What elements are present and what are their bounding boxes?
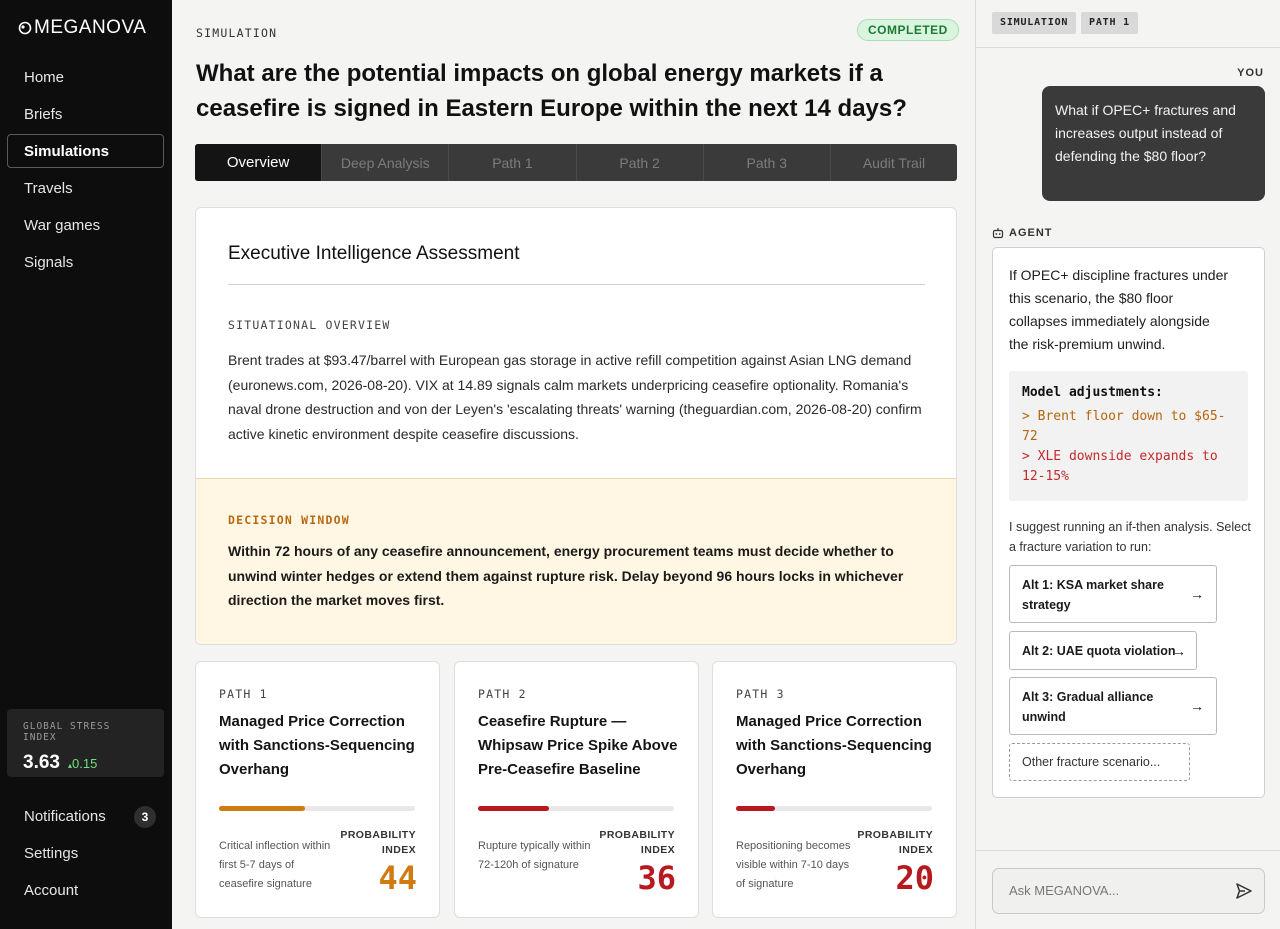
path-note: Repositioning becomes visible within 7-1…: [736, 840, 851, 890]
path-title: Managed Price Correction with Sanctions-…: [219, 713, 415, 778]
path-note: Rupture typically within 72-120h of sign…: [478, 840, 591, 871]
alt-3-button[interactable]: Alt 3: Gradual alliance unwind →: [1009, 677, 1217, 735]
overview-text: Brent trades at $93.47/barrel with Europ…: [228, 352, 922, 442]
code-title: Model adjustments:: [1022, 385, 1163, 400]
probability-bar-fill: [478, 806, 549, 811]
probability-value: 36: [637, 859, 676, 897]
app-name: MEGANOVA: [34, 17, 147, 38]
arrow-right-icon: →: [1172, 642, 1186, 659]
bottom-nav: Notifications 3 Settings Account: [7, 800, 164, 911]
gsi-delta-value: 0.15: [72, 756, 98, 771]
probability-label: PROBABILITY INDEX: [599, 829, 675, 856]
tab-path-1[interactable]: Path 1: [448, 144, 575, 181]
nav-notifications[interactable]: Notifications 3: [7, 800, 164, 834]
ask-input[interactable]: Ask MEGANOVA...: [992, 868, 1265, 914]
tab-deep-analysis[interactable]: Deep Analysis: [321, 144, 448, 181]
probability-bar: [736, 806, 932, 811]
status-badge: COMPLETED: [857, 19, 959, 41]
code-line: > XLE downside expands to 12-15%: [1022, 449, 1218, 484]
assessment-card: Executive Intelligence Assessment SITUAT…: [195, 207, 957, 645]
agent-text: If OPEC+ discipline fractures under this…: [1009, 267, 1229, 352]
nav-notifications-label: Notifications: [24, 808, 106, 825]
model-adjustments: Model adjustments: > Brent floor down to…: [1009, 371, 1248, 501]
suggest-text: I suggest running an if-then analysis. S…: [1009, 520, 1251, 554]
panel-header: SIMULATION PATH 1: [976, 0, 1280, 48]
alt-1-label: Alt 1: KSA market share strategy: [1022, 578, 1164, 612]
gsi-label: GLOBAL STRESS INDEX: [23, 721, 111, 743]
probability-bar-fill: [219, 806, 306, 811]
path-title: Ceasefire Rupture — Whipsaw Price Spike …: [478, 713, 678, 778]
alt-2-label: Alt 2: UAE quota violation: [1022, 644, 1176, 658]
nav-travels[interactable]: Travels: [7, 171, 164, 205]
global-stress-index[interactable]: GLOBAL STRESS INDEX 3.63 ▴0.15: [7, 709, 164, 777]
nav-settings[interactable]: Settings: [7, 837, 164, 871]
meganova-logo-icon: [18, 21, 32, 35]
path-title: Managed Price Correction with Sanctions-…: [736, 713, 932, 778]
context-chip-path[interactable]: PATH 1: [1081, 12, 1138, 34]
other-scenario-button[interactable]: Other fracture scenario...: [1009, 743, 1190, 781]
gsi-value: 3.63: [23, 752, 60, 773]
decision-text: Within 72 hours of any ceasefire announc…: [228, 543, 904, 608]
tab-audit-trail[interactable]: Audit Trail: [829, 144, 957, 181]
page-title: What are the potential impacts on global…: [196, 60, 907, 122]
tab-path-2[interactable]: Path 2: [575, 144, 703, 181]
path-card[interactable]: PATH 1 Managed Price Correction with San…: [195, 661, 440, 918]
probability-bar: [219, 806, 415, 811]
arrow-right-icon: →: [1190, 586, 1204, 602]
nav-briefs[interactable]: Briefs: [7, 97, 164, 131]
nav-account[interactable]: Account: [7, 874, 164, 908]
probability-label: PROBABILITY INDEX: [340, 829, 416, 856]
context-chip-simulation[interactable]: SIMULATION: [992, 12, 1077, 34]
divider: [228, 284, 925, 285]
probability-value: 20: [895, 859, 934, 897]
nav-home[interactable]: Home: [7, 60, 164, 94]
agent-label-row: AGENT: [992, 227, 1053, 239]
tab-path-3[interactable]: Path 3: [702, 144, 830, 181]
probability-bar: [478, 806, 674, 811]
user-label: YOU: [1237, 67, 1264, 79]
breadcrumb: SIMULATION: [196, 26, 278, 40]
nav-signals[interactable]: Signals: [7, 245, 164, 279]
arrow-right-icon: →: [1190, 698, 1204, 714]
alt-3-label: Alt 3: Gradual alliance unwind: [1022, 690, 1154, 724]
path-card[interactable]: PATH 2 Ceasefire Rupture — Whipsaw Price…: [454, 661, 699, 918]
nav-simulations[interactable]: Simulations: [7, 134, 164, 168]
code-line: > Brent floor down to $65-72: [1022, 409, 1226, 444]
logo[interactable]: MEGANOVA: [18, 17, 146, 39]
gsi-delta: ▴0.15: [68, 756, 97, 771]
path-cards: PATH 1 Managed Price Correction with San…: [195, 661, 957, 918]
path-label: PATH 3: [736, 687, 785, 701]
path-note: Critical inflection within first 5-7 day…: [219, 840, 331, 890]
probability-label: PROBABILITY INDEX: [857, 829, 933, 856]
probability-bar-fill: [736, 806, 776, 811]
robot-icon: [992, 228, 1004, 239]
ask-bar: Ask MEGANOVA...: [976, 850, 1280, 929]
send-icon[interactable]: [1235, 882, 1253, 900]
agent-message: If OPEC+ discipline fractures under this…: [992, 247, 1265, 798]
tab-bar: Overview Deep Analysis Path 1 Path 2 Pat…: [195, 144, 957, 181]
probability-value: 44: [378, 859, 417, 897]
nav-war-games[interactable]: War games: [7, 208, 164, 242]
user-message: What if OPEC+ fractures and increases ou…: [1042, 86, 1265, 201]
sidebar: MEGANOVA Home Briefs Simulations Travels…: [0, 0, 172, 929]
alt-1-button[interactable]: Alt 1: KSA market share strategy →: [1009, 565, 1217, 623]
notifications-badge: 3: [134, 806, 156, 828]
main-nav: Home Briefs Simulations Travels War game…: [7, 60, 164, 282]
decision-window: DECISION WINDOW Within 72 hours of any c…: [196, 478, 956, 644]
path-card[interactable]: PATH 3 Managed Price Correction with San…: [712, 661, 957, 918]
alt-2-button[interactable]: Alt 2: UAE quota violation →: [1009, 631, 1197, 670]
overview-label: SITUATIONAL OVERVIEW: [228, 318, 391, 332]
main-content: SIMULATION COMPLETED What are the potent…: [172, 0, 975, 929]
decision-label: DECISION WINDOW: [228, 513, 350, 527]
path-label: PATH 1: [219, 687, 268, 701]
tab-overview[interactable]: Overview: [195, 144, 322, 181]
agent-label: AGENT: [1009, 227, 1053, 239]
path-label: PATH 2: [478, 687, 527, 701]
assessment-title: Executive Intelligence Assessment: [228, 243, 520, 264]
chat-panel: SIMULATION PATH 1 YOU What if OPEC+ frac…: [975, 0, 1280, 929]
